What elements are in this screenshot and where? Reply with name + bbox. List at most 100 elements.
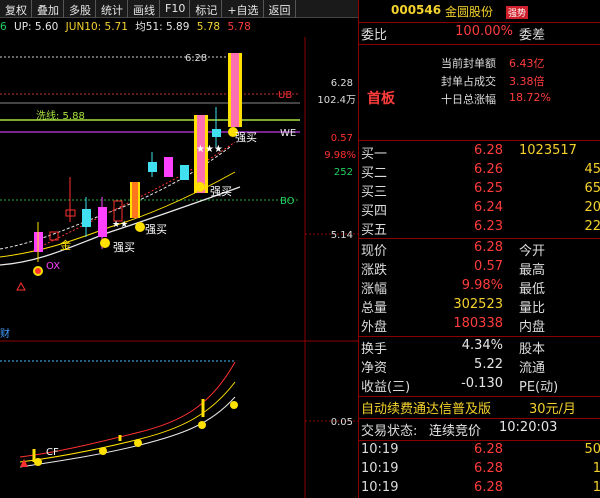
bid-price: 6.28 — [474, 143, 503, 158]
quote-label: 最高 — [519, 263, 546, 278]
toolbar-button-overlay[interactable]: 叠加 — [32, 0, 64, 18]
stock-name: 金圆股份 — [445, 5, 494, 19]
stat-value: 4.34% — [461, 338, 503, 353]
chart-toolbar: 复权 叠加 多股 统计 画线 F10 标记 +自选 返回 — [0, 0, 358, 18]
toolbar-button-multi[interactable]: 多股 — [64, 0, 96, 18]
toolbar-button-mark[interactable]: 标记 — [190, 0, 223, 18]
quote-panel: 000546 金圆股份 强势 委比 100.00% 委差 当前封单额 6.43亿… — [358, 0, 600, 498]
trade-status-label: 交易状态: — [361, 424, 418, 439]
stat-label: 收益(三) — [361, 380, 411, 395]
bid-volume: 1023517 — [519, 143, 577, 158]
info-v2: 5.78 — [227, 21, 251, 33]
tick-row: 10:19 6.28 1 — [359, 480, 600, 498]
bid-volume: 22 — [584, 219, 600, 234]
toolbar-button-add-watchlist[interactable]: +自选 — [222, 0, 264, 18]
toolbar-button-stats[interactable]: 统计 — [96, 0, 128, 18]
trade-status-value: 连续竞价 — [429, 424, 482, 439]
ad-text: 自动续费通达信普及版 — [361, 402, 492, 417]
osc-axis-label: 0.05 — [331, 417, 353, 428]
stat-label: 流通 — [519, 361, 546, 376]
ten-day-label: 十日总涨幅 — [441, 93, 496, 106]
info-up: UP: 5.60 — [14, 21, 59, 33]
quote-label: 涨跌 — [361, 263, 388, 278]
toolbar-button-fuquan[interactable]: 复权 — [0, 0, 32, 18]
toolbar-button-back[interactable]: 返回 — [264, 0, 296, 18]
xianxian-label: 洗线: 5.88 — [36, 109, 85, 122]
cai-label: 财 — [0, 327, 10, 340]
weibi-label: 委比 — [361, 28, 388, 43]
bid-row[interactable]: 买四 6.24 20 — [359, 200, 600, 219]
we-label: WE — [280, 128, 296, 139]
trade-time: 10:20:03 — [499, 420, 558, 435]
bid-row[interactable]: 买一 6.28 1023517 — [359, 143, 600, 162]
bid-label: 买二 — [361, 166, 388, 181]
bid-row[interactable]: 买五 6.23 22 — [359, 219, 600, 238]
axis-count-label: 252 — [334, 167, 353, 178]
info-prefix: 6 — [0, 21, 7, 33]
quote-value: 6.28 — [474, 240, 503, 255]
ox-label: OX — [46, 261, 60, 272]
bid-row[interactable]: 买二 6.26 45 — [359, 162, 600, 181]
info-v1: 5.78 — [196, 21, 221, 33]
quote-value: 0.57 — [474, 259, 503, 274]
bid-row[interactable]: 买三 6.25 65 — [359, 181, 600, 200]
tick-time: 10:19 — [361, 461, 399, 476]
stat-value: -0.130 — [461, 376, 503, 391]
cf-label: CF — [46, 447, 59, 458]
bid-price: 6.26 — [474, 162, 503, 177]
quote-label: 现价 — [361, 244, 388, 259]
bid-label: 买五 — [361, 223, 388, 238]
indicator-info-line: 6 UP: 5.60 JUN10: 5.71 均51: 5.89 5.78 5.… — [0, 19, 358, 37]
tick-volume: 1 — [519, 480, 600, 495]
strong-buy-label: 强买 — [235, 131, 257, 144]
weicha-label: 委差 — [519, 28, 546, 43]
seal-amount-label: 当前封单额 — [441, 57, 496, 70]
quote-label: 量比 — [519, 301, 546, 316]
quote-label: 涨幅 — [361, 282, 388, 297]
toolbar-button-f10[interactable]: F10 — [160, 0, 191, 18]
bid-price: 6.23 — [474, 219, 503, 234]
quote-label: 总量 — [361, 301, 388, 316]
info-jun51: 均51: 5.89 — [135, 21, 190, 33]
tick-price: 6.28 — [474, 480, 503, 495]
quote-value: 302523 — [453, 297, 503, 312]
axis-low-price-label: 5.14 — [331, 230, 353, 241]
top-price-label: 6.28 — [185, 53, 207, 64]
stock-title-bar: 000546 金圆股份 强势 — [359, 0, 600, 22]
ten-day-value: 18.72% — [509, 91, 551, 104]
toolbar-button-draw[interactable]: 画线 — [128, 0, 160, 18]
bid-price: 6.24 — [474, 200, 503, 215]
tick-time: 10:19 — [361, 480, 399, 495]
bid-label: 买三 — [361, 185, 388, 200]
stat-label: 净资 — [361, 361, 388, 376]
bid-price: 6.25 — [474, 181, 503, 196]
axis-change-label: 0.57 — [331, 133, 353, 144]
tick-row: 10:19 6.28 1 — [359, 461, 600, 480]
strong-buy-label: 强买 — [145, 223, 167, 236]
bid-volume: 20 — [584, 200, 600, 215]
stat-label: PE(动) — [519, 380, 559, 395]
axis-price-label: 6.28 — [331, 78, 353, 89]
svg-text:★★★: ★★★ — [196, 144, 223, 155]
quote-value: 180338 — [453, 316, 503, 331]
bid-volume: 65 — [584, 181, 600, 196]
kline-chart[interactable]: ★★★ ★★ 6.28 UB 洗线: 5.88 WE BO 强买 强买 强买 强… — [0, 37, 358, 498]
stat-value: 5.22 — [474, 357, 503, 372]
tick-price: 6.28 — [474, 442, 503, 457]
tick-time: 10:19 — [361, 442, 399, 457]
tick-price: 6.28 — [474, 461, 503, 476]
tick-volume: 50 — [584, 442, 600, 457]
seal-ratio-label: 封单占成交 — [441, 75, 496, 88]
axis-pct-label: 9.98% — [324, 150, 356, 161]
kline-svg[interactable]: ★★★ ★★ 6.28 UB 洗线: 5.88 WE BO 强买 强买 强买 强… — [0, 37, 358, 498]
strength-badge: 强势 — [506, 6, 529, 19]
ub-label: UB — [278, 90, 292, 101]
bid-volume: 45 — [584, 162, 600, 177]
tick-row: 10:19 6.28 50 — [359, 442, 600, 461]
gold-label: 金 — [60, 238, 71, 252]
bid-label: 买一 — [361, 147, 388, 162]
ad-banner[interactable]: 自动续费通达信普及版 30元/月 — [359, 398, 600, 417]
stat-label: 换手 — [361, 342, 388, 357]
quote-value: 9.98% — [461, 278, 503, 293]
info-jun10: JUN10: 5.71 — [65, 21, 128, 33]
